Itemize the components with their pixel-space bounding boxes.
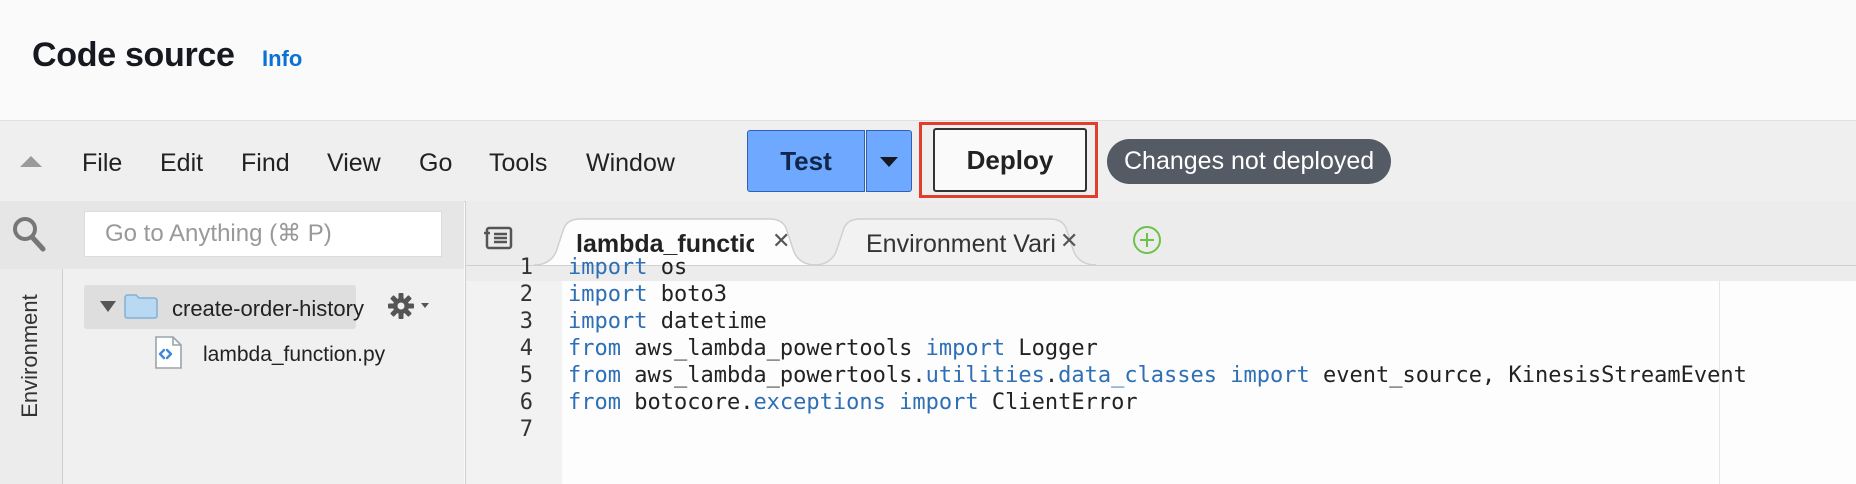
collapse-arrow-icon[interactable] — [20, 156, 42, 167]
tab-environment-variables[interactable]: Environment Vari ✕ — [814, 218, 1096, 266]
code-text: boto3 — [647, 282, 727, 307]
environment-rail: Environment — [0, 269, 63, 484]
line-number: 3 — [519, 309, 533, 334]
deploy-button[interactable]: Deploy — [933, 128, 1087, 192]
line-number: 4 — [519, 336, 533, 361]
code-line: from botocore.exceptions import ClientEr… — [568, 390, 1138, 415]
code-line: from aws_lambda_powertools.utilities.dat… — [568, 363, 1747, 388]
code-keyword: exceptions — [753, 390, 886, 415]
code-editor: lambda_function ✕ Environment Vari ✕ 123… — [465, 201, 1856, 484]
search-icon[interactable] — [12, 216, 46, 252]
code-text: aws_lambda_powertools — [620, 336, 926, 361]
code-text: aws_lambda_powertools. — [620, 363, 926, 388]
menu-window[interactable]: Window — [586, 149, 675, 178]
code-text: datetime — [647, 309, 767, 334]
search-bar — [0, 201, 464, 269]
code-keyword: import — [568, 282, 648, 307]
info-link[interactable]: Info — [262, 46, 302, 72]
file-tree: create-order-history lambda_function.py — [63, 269, 464, 484]
folder-name: create-order-history — [172, 296, 364, 321]
code-text: Logger — [1005, 336, 1098, 361]
code-keyword: data_classes — [1058, 363, 1218, 388]
gear-icon[interactable] — [388, 293, 432, 321]
code-text: os — [647, 255, 688, 280]
menu-edit[interactable]: Edit — [160, 149, 203, 178]
test-button[interactable]: Test — [747, 130, 865, 192]
expand-arrow-icon[interactable] — [100, 301, 116, 312]
code-area[interactable]: 1234567 import os import boto3 import date… — [466, 255, 1856, 484]
goto-anything-input[interactable] — [84, 211, 442, 257]
code-keyword: import — [1230, 363, 1310, 388]
code-keyword: utilities — [925, 363, 1045, 388]
code-keyword: from — [568, 363, 621, 388]
code-keyword: import — [925, 336, 1006, 361]
close-icon[interactable]: ✕ — [1060, 228, 1078, 254]
file-name: lambda_function.py — [203, 343, 386, 366]
page-header: Code source Info — [0, 0, 1856, 118]
line-number: 1 — [519, 255, 533, 280]
tab-label: Environment Vari — [866, 230, 1056, 258]
close-icon[interactable]: ✕ — [772, 228, 790, 254]
add-tab-icon[interactable] — [1131, 224, 1163, 256]
code-line: from aws_lambda_powertools import Logger — [568, 336, 1098, 361]
code-text: event_source, KinesisStreamEvent — [1309, 363, 1747, 388]
line-gutter: 1234567 — [466, 255, 562, 484]
code-keyword: import — [899, 390, 979, 415]
test-dropdown-button[interactable] — [866, 130, 912, 192]
code-keyword: import — [568, 309, 648, 334]
menu-find[interactable]: Find — [241, 149, 290, 178]
folder-icon — [124, 294, 158, 319]
code-text: . — [1044, 363, 1059, 388]
menu-go[interactable]: Go — [419, 149, 452, 178]
tab-list-icon[interactable] — [484, 226, 514, 250]
python-file-icon — [155, 336, 182, 369]
code-text: ClientError — [978, 390, 1138, 415]
tree-folder[interactable]: create-order-history — [84, 285, 364, 329]
line-number: 6 — [519, 390, 533, 415]
menu-file[interactable]: File — [82, 149, 122, 178]
caret-down-icon — [880, 157, 898, 167]
line-number: 2 — [519, 282, 533, 307]
page-title: Code source — [32, 36, 235, 74]
code-text: botocore. — [620, 390, 754, 415]
code-keyword: from — [568, 336, 621, 361]
line-number: 7 — [519, 417, 533, 442]
line-number: 5 — [519, 363, 533, 388]
environment-panel: Environment create-order-history — [0, 201, 464, 484]
code-line: import boto3 — [568, 282, 727, 307]
code-keyword: from — [568, 390, 621, 415]
code-keyword: import — [568, 255, 648, 280]
menu-tools[interactable]: Tools — [489, 149, 547, 178]
code-line: import os — [568, 255, 687, 280]
code-line: import datetime — [568, 309, 767, 334]
menu-view[interactable]: View — [327, 149, 381, 178]
environment-tab[interactable]: Environment — [17, 286, 43, 426]
status-badge: Changes not deployed — [1107, 139, 1392, 184]
